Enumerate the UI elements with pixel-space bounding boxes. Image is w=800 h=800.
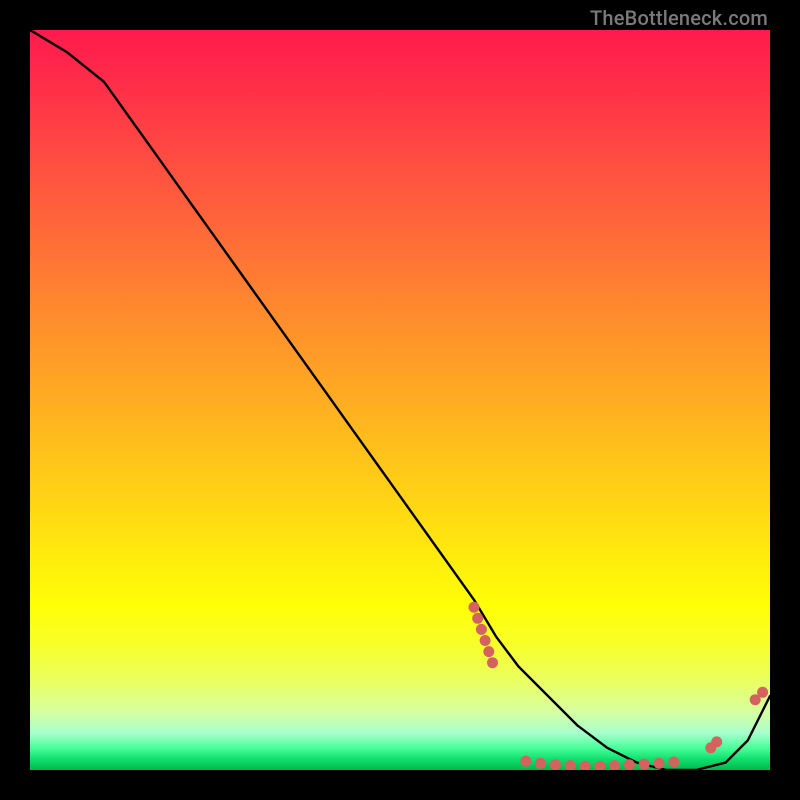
scatter-dots (469, 602, 769, 770)
curve-line (30, 30, 770, 770)
watermark-text: TheBottleneck.com (590, 6, 768, 30)
chart-svg (30, 30, 770, 770)
chart-frame: TheBottleneck.com (0, 0, 800, 800)
plot-area (30, 30, 770, 770)
